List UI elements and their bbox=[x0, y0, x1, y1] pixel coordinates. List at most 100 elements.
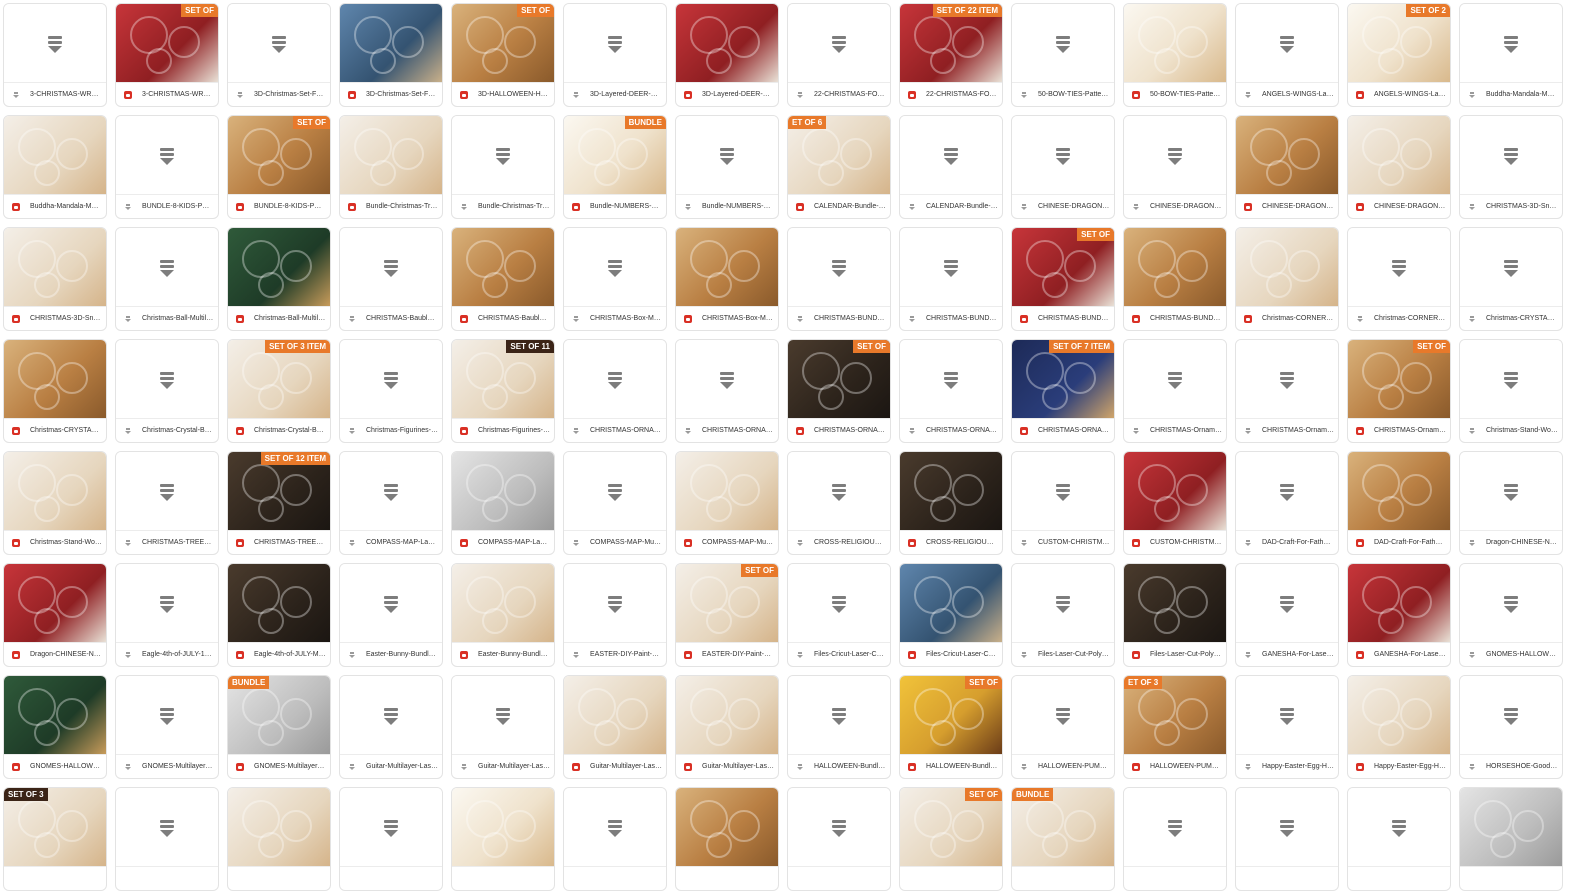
file-tile[interactable]: Eagle-4th-of-JULY-129... bbox=[115, 563, 219, 667]
file-tile[interactable]: SET OF 2 ANGELS-WINGS-Laser-... bbox=[1347, 3, 1451, 107]
file-tile[interactable]: CHRISTMAS-Baubles-... bbox=[451, 227, 555, 331]
file-tile[interactable]: CHINESE-DRAGON-M... bbox=[1347, 115, 1451, 219]
file-tile[interactable]: ANGELS-WINGS-Laser-... bbox=[1235, 3, 1339, 107]
file-tile[interactable]: SET OF 7 ITEM CHRISTMAS-ORNAME... bbox=[1011, 339, 1115, 443]
file-tile[interactable]: SET OF 3 bbox=[3, 787, 107, 891]
file-tile[interactable]: Bundle-Christmas-Tre... bbox=[451, 115, 555, 219]
file-tile[interactable]: COMPASS-MAP-Multil... bbox=[675, 451, 779, 555]
file-tile[interactable]: Buddha-Mandala-Mult... bbox=[1459, 3, 1563, 107]
file-tile[interactable]: Christmas-Crystal-Ball... bbox=[115, 339, 219, 443]
file-tile[interactable]: Christmas-Stand-Woo... bbox=[1459, 339, 1563, 443]
file-tile[interactable]: Christmas-CORNER-fo... bbox=[1235, 227, 1339, 331]
file-tile[interactable] bbox=[451, 787, 555, 891]
file-tile[interactable]: 3D-Christmas-Set-For-... bbox=[339, 3, 443, 107]
file-tile[interactable]: 3-CHRISTMAS-WREA... bbox=[3, 3, 107, 107]
file-tile[interactable]: GNOMES-Multilayer-L... bbox=[115, 675, 219, 779]
file-tile[interactable]: CHRISTMAS-ORNAME... bbox=[675, 339, 779, 443]
file-tile[interactable]: SET OF 11 Christmas-Figurines-B... bbox=[451, 339, 555, 443]
file-tile[interactable]: Christmas-Ball-Multila... bbox=[227, 227, 331, 331]
file-tile[interactable]: HALLOWEEN-Bundle-f... bbox=[787, 675, 891, 779]
file-tile[interactable]: COMPASS-MAP-Laser-... bbox=[339, 451, 443, 555]
file-tile[interactable]: BUNDLE GNOMES-Multilayer-L... bbox=[227, 675, 331, 779]
file-tile[interactable]: CHRISTMAS-BUNDLE-... bbox=[899, 227, 1003, 331]
file-tile[interactable]: Christmas-CRYSTAL-B... bbox=[1459, 227, 1563, 331]
file-tile[interactable]: Guitar-Multilayer-Lase... bbox=[563, 675, 667, 779]
file-tile[interactable]: Christmas-CRYSTAL-B... bbox=[3, 339, 107, 443]
file-tile[interactable]: SET OF 3 ITEM Christmas-Crystal-Ball... bbox=[227, 339, 331, 443]
file-tile[interactable]: GANESHA-For-Laser-... bbox=[1235, 563, 1339, 667]
file-tile[interactable]: CHRISTMAS-3D-Snow... bbox=[1459, 115, 1563, 219]
file-tile[interactable]: BUNDLE bbox=[1011, 787, 1115, 891]
file-tile[interactable]: SET OF HALLOWEEN-Bundle-f... bbox=[899, 675, 1003, 779]
file-tile[interactable]: Eagle-4th-of-JULY-Mul... bbox=[227, 563, 331, 667]
file-tile[interactable]: 50-BOW-TIES-Pattern... bbox=[1123, 3, 1227, 107]
file-tile[interactable]: CHRISTMAS-Box-Mult... bbox=[675, 227, 779, 331]
file-tile[interactable]: SET OF 3D-HALLOWEEN-HOU... bbox=[451, 3, 555, 107]
file-tile[interactable]: CHRISTMAS-TREES-B... bbox=[115, 451, 219, 555]
file-tile[interactable]: SET OF BUNDLE-8-KIDS-PUZZ... bbox=[227, 115, 331, 219]
file-tile[interactable]: CROSS-RELIGIOUS-W... bbox=[899, 451, 1003, 555]
file-tile[interactable] bbox=[227, 787, 331, 891]
file-tile[interactable] bbox=[675, 787, 779, 891]
file-tile[interactable]: CALENDAR-Bundle-La... bbox=[899, 115, 1003, 219]
file-tile[interactable]: SET OF CHRISTMAS-Ornamen... bbox=[1347, 339, 1451, 443]
file-tile[interactable] bbox=[1459, 787, 1563, 891]
file-tile[interactable]: Happy-Easter-Egg-Hol... bbox=[1347, 675, 1451, 779]
file-tile[interactable]: GANESHA-For-Laser-... bbox=[1347, 563, 1451, 667]
file-tile[interactable]: SET OF 3-CHRISTMAS-WREA... bbox=[115, 3, 219, 107]
file-tile[interactable]: Buddha-Mandala-Mult... bbox=[3, 115, 107, 219]
file-tile[interactable] bbox=[787, 787, 891, 891]
file-tile[interactable]: Dragon-CHINESE-NEW... bbox=[3, 563, 107, 667]
file-tile[interactable]: Christmas-Stand-Woo... bbox=[3, 451, 107, 555]
file-tile[interactable]: CROSS-RELIGIOUS-W... bbox=[787, 451, 891, 555]
file-tile[interactable]: Christmas-Ball-Multila... bbox=[115, 227, 219, 331]
file-tile[interactable]: ET OF 6 CALENDAR-Bundle-La... bbox=[787, 115, 891, 219]
file-tile[interactable]: ET OF 3 HALLOWEEN-PUMPKI... bbox=[1123, 675, 1227, 779]
file-tile[interactable]: Bundle-NUMBERS-Mul... bbox=[675, 115, 779, 219]
file-tile[interactable]: 3D-Layered-DEER-CH... bbox=[675, 3, 779, 107]
file-tile[interactable]: HORSESHOE-Good-Lu... bbox=[1459, 675, 1563, 779]
file-tile[interactable]: GNOMES-HALLOWEE... bbox=[3, 675, 107, 779]
file-tile[interactable]: Files-Cricut-Laser-Cut-... bbox=[899, 563, 1003, 667]
file-tile[interactable]: CHINESE-DRAGON-M... bbox=[1123, 115, 1227, 219]
file-tile[interactable]: HALLOWEEN-PUMPKI... bbox=[1011, 675, 1115, 779]
file-tile[interactable] bbox=[1347, 787, 1451, 891]
file-tile[interactable]: CHRISTMAS-Box-Mult... bbox=[563, 227, 667, 331]
file-tile[interactable]: Christmas-Figurines-B... bbox=[339, 339, 443, 443]
file-tile[interactable]: Files-Laser-Cut-Polyg... bbox=[1011, 563, 1115, 667]
file-tile[interactable]: SET OF CHRISTMAS-ORNAME... bbox=[787, 339, 891, 443]
file-tile[interactable]: DAD-Craft-For-Fathers... bbox=[1347, 451, 1451, 555]
file-tile[interactable] bbox=[115, 787, 219, 891]
file-tile[interactable]: DAD-Craft-For-Fathers... bbox=[1235, 451, 1339, 555]
file-tile[interactable]: SET OF 22 ITEM 22-CHRISTMAS-FOLK-... bbox=[899, 3, 1003, 107]
file-tile[interactable]: Dragon-CHINESE-NEW... bbox=[1459, 451, 1563, 555]
file-tile[interactable] bbox=[1235, 787, 1339, 891]
file-tile[interactable] bbox=[563, 787, 667, 891]
file-tile[interactable]: BUNDLE-8-KIDS-PUZZ... bbox=[115, 115, 219, 219]
file-tile[interactable]: 3D-Layered-DEER-CH... bbox=[563, 3, 667, 107]
file-tile[interactable]: GNOMES-HALLOWEE... bbox=[1459, 563, 1563, 667]
file-tile[interactable]: BUNDLE Bundle-NUMBERS-Mul... bbox=[563, 115, 667, 219]
file-tile[interactable]: CHRISTMAS-ORNAME... bbox=[563, 339, 667, 443]
file-tile[interactable]: CHRISTMAS-Ornamen... bbox=[1235, 339, 1339, 443]
file-tile[interactable]: Christmas-CORNER-fo... bbox=[1347, 227, 1451, 331]
file-tile[interactable]: CUSTOM-CHRISTMAS... bbox=[1011, 451, 1115, 555]
file-tile[interactable]: CHINESE-DRAGON-M... bbox=[1011, 115, 1115, 219]
file-tile[interactable]: Files-Cricut-Laser-Cut-... bbox=[787, 563, 891, 667]
file-tile[interactable]: Guitar-Multilayer-Lase... bbox=[675, 675, 779, 779]
file-tile[interactable]: COMPASS-MAP-Multil... bbox=[563, 451, 667, 555]
file-tile[interactable]: SET OF 12 ITEM CHRISTMAS-TREES-B... bbox=[227, 451, 331, 555]
file-tile[interactable]: CHRISTMAS-Ornamen... bbox=[1123, 339, 1227, 443]
file-tile[interactable]: CHRISTMAS-Baubles-... bbox=[339, 227, 443, 331]
file-tile[interactable]: 22-CHRISTMAS-FOLK-... bbox=[787, 3, 891, 107]
file-tile[interactable]: COMPASS-MAP-Laser-... bbox=[451, 451, 555, 555]
file-tile[interactable]: SET OF bbox=[899, 787, 1003, 891]
file-tile[interactable]: Bundle-Christmas-Tre... bbox=[339, 115, 443, 219]
file-tile[interactable]: 50-BOW-TIES-Pattern... bbox=[1011, 3, 1115, 107]
file-tile[interactable]: Guitar-Multilayer-Lase... bbox=[451, 675, 555, 779]
file-tile[interactable] bbox=[339, 787, 443, 891]
file-tile[interactable]: SET OF CHRISTMAS-BUNDLE-... bbox=[1011, 227, 1115, 331]
file-tile[interactable]: Files-Laser-Cut-Polyg... bbox=[1123, 563, 1227, 667]
file-tile[interactable]: Easter-Bunny-Bundle-... bbox=[451, 563, 555, 667]
file-tile[interactable] bbox=[1123, 787, 1227, 891]
